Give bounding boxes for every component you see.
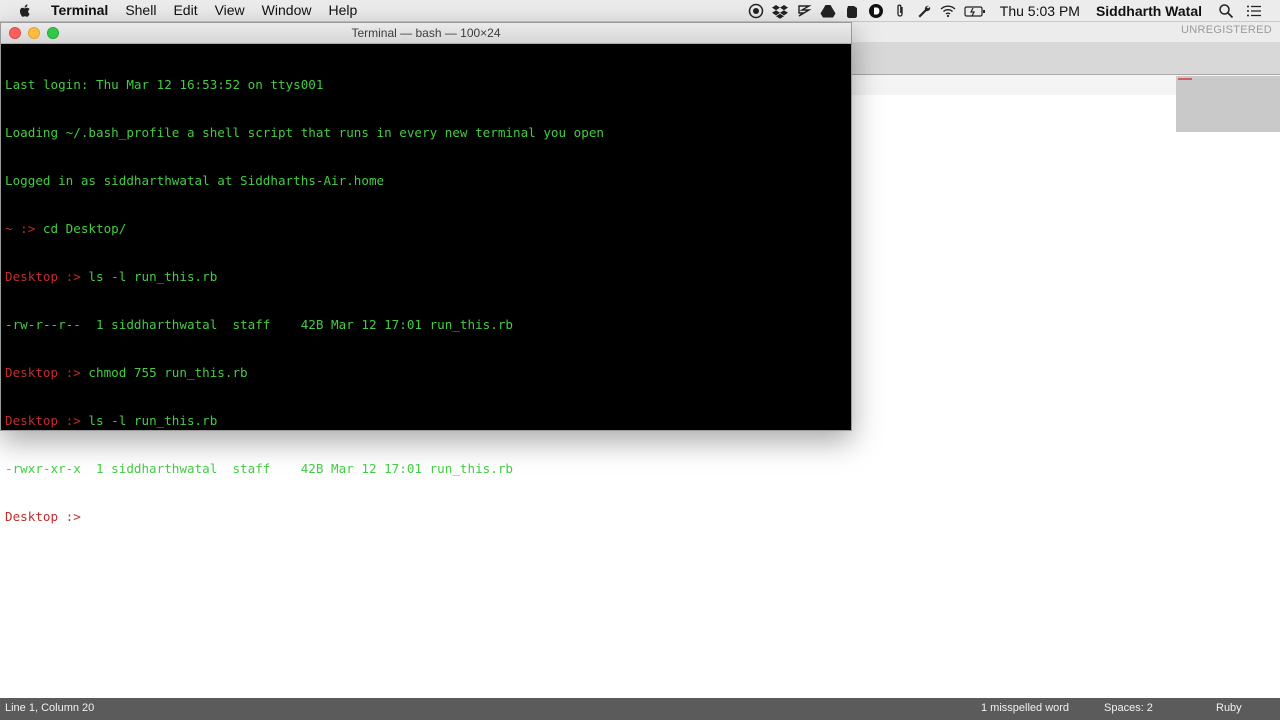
spotlight-search-icon[interactable] <box>1218 3 1234 19</box>
dropbox-icon[interactable] <box>771 3 788 19</box>
terminal-line: Loading ~/.bash_profile a shell script t… <box>5 125 604 140</box>
terminal-titlebar[interactable]: Terminal — bash — 100×24 <box>1 23 851 44</box>
apple-menu-icon[interactable] <box>16 2 34 20</box>
menu-terminal[interactable]: Terminal <box>51 0 108 21</box>
terminal-line: Desktop :> ls -l run_this.rb <box>5 413 218 428</box>
battery-icon[interactable] <box>964 3 986 19</box>
notification-center-icon[interactable] <box>1246 3 1262 19</box>
menu-shell[interactable]: Shell <box>125 0 156 21</box>
misspelled-count[interactable]: 1 misspelled word <box>981 702 1069 714</box>
wifi-icon[interactable] <box>940 3 956 19</box>
terminal-title: Terminal — bash — 100×24 <box>351 26 501 40</box>
terminal-window[interactable]: Terminal — bash — 100×24 Last login: Thu… <box>0 22 852 524</box>
indentation-setting[interactable]: Spaces: 2 <box>1104 702 1153 714</box>
terminal-line: ~ :> cd Desktop/ <box>5 221 127 236</box>
menubar-clock[interactable]: Thu 5:03 PM <box>1000 3 1080 19</box>
d-icon[interactable] <box>868 3 884 19</box>
cursor-position: Line 1, Column 20 <box>5 702 95 714</box>
unregistered-label: UNREGISTERED <box>1181 24 1272 36</box>
paperclip-icon[interactable] <box>892 3 908 19</box>
google-drive-icon[interactable] <box>820 3 836 19</box>
terminal-line: -rw-r--r-- 1 siddharthwatal staff 42B Ma… <box>5 317 513 332</box>
menu-view[interactable]: View <box>215 0 245 21</box>
terminal-line: Desktop :> chmod 755 run_this.rb <box>5 365 248 380</box>
terminal-line: Logged in as siddharthwatal at Siddharth… <box>5 173 385 188</box>
minimap-marker <box>1178 78 1192 80</box>
menu-window[interactable]: Window <box>262 0 312 21</box>
terminal-line: Desktop :> <box>5 509 89 524</box>
editor-minimap[interactable] <box>1176 76 1280 132</box>
evernote-icon[interactable] <box>796 3 812 19</box>
menu-bar: Terminal Shell Edit View Window Help Thu… <box>0 0 1280 22</box>
terminal-line: -rwxr-xr-x 1 siddharthwatal staff 42B Ma… <box>5 461 513 476</box>
terminal-line: Last login: Thu Mar 12 16:53:52 on ttys0… <box>5 77 324 92</box>
editor-status-bar: Line 1, Column 20 1 misspelled word Spac… <box>0 698 1280 720</box>
wrench-icon[interactable] <box>916 3 932 19</box>
terminal-line: Desktop :> ls -l run_this.rb <box>5 269 218 284</box>
record-icon[interactable] <box>748 3 764 19</box>
menu-edit[interactable]: Edit <box>173 0 197 21</box>
menu-help[interactable]: Help <box>328 0 357 21</box>
evernote-elephant-icon[interactable] <box>844 3 860 19</box>
syntax-language[interactable]: Ruby <box>1216 702 1242 714</box>
terminal-output[interactable]: Last login: Thu Mar 12 16:53:52 on ttys0… <box>5 45 845 524</box>
menubar-user[interactable]: Siddharth Watal <box>1096 3 1202 19</box>
